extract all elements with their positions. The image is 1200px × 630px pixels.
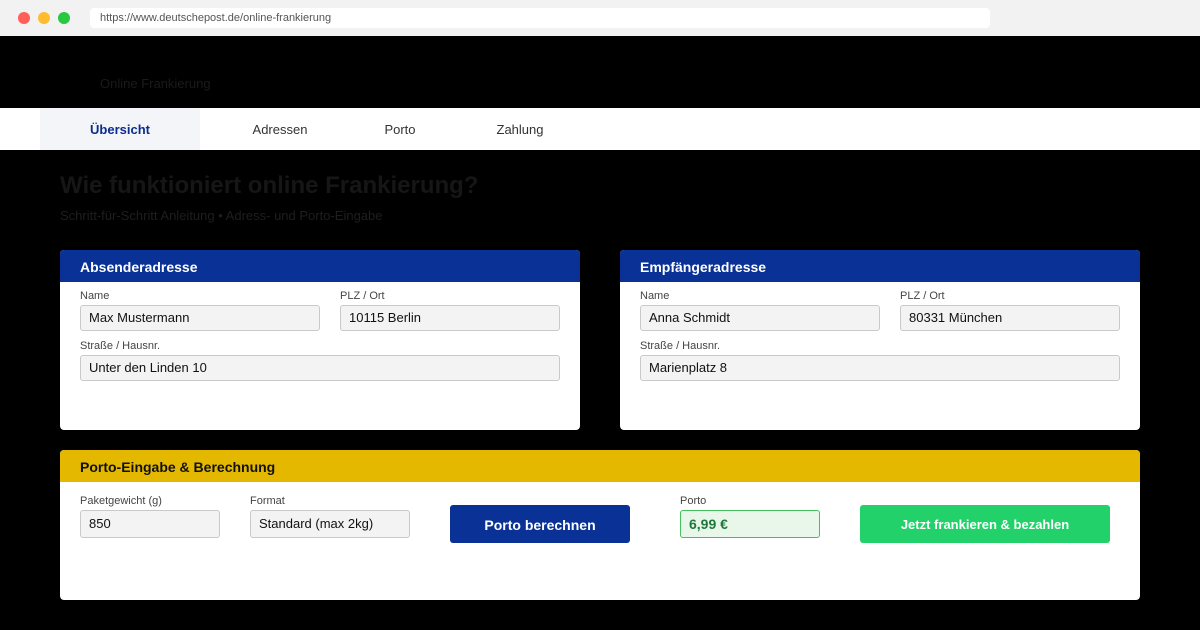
sender-name-field[interactable]: Max Mustermann xyxy=(80,305,320,331)
sender-address-card: Absenderadresse Name Max Mustermann PLZ … xyxy=(60,250,580,430)
sender-plz-label: PLZ / Ort xyxy=(340,290,385,302)
recipient-card-title: Empfängeradresse xyxy=(620,250,1140,282)
sender-card-title: Absenderadresse xyxy=(60,250,580,282)
address-bar[interactable]: https://www.deutschepost.de/online-frank… xyxy=(90,8,990,28)
maximize-window-icon[interactable] xyxy=(58,12,70,24)
site-header-title: Online Frankierung xyxy=(100,76,211,91)
weight-input[interactable]: 850 xyxy=(80,510,220,538)
recipient-plz-field[interactable]: 80331 München xyxy=(900,305,1120,331)
browser-toolbar: https://www.deutschepost.de/online-frank… xyxy=(0,0,1200,36)
tab-bar: Übersicht Adressen Porto Zahlung xyxy=(0,108,1200,150)
weight-label: Paketgewicht (g) xyxy=(80,495,162,507)
porto-result-value: 6,99 € xyxy=(680,510,820,538)
tab-adressen[interactable]: Adressen xyxy=(220,108,340,150)
porto-card: Porto-Eingabe & Berechnung Paketgewicht … xyxy=(60,450,1140,600)
recipient-street-field[interactable]: Marienplatz 8 xyxy=(640,355,1120,381)
recipient-plz-label: PLZ / Ort xyxy=(900,290,945,302)
calculate-porto-button[interactable]: Porto berechnen xyxy=(450,505,630,543)
format-label: Format xyxy=(250,495,285,507)
recipient-name-field[interactable]: Anna Schmidt xyxy=(640,305,880,331)
page-title: Wie funktioniert online Frankierung? xyxy=(60,172,479,199)
tab-porto[interactable]: Porto xyxy=(340,108,460,150)
page-subtitle: Schritt-für-Schritt Anleitung • Adress- … xyxy=(60,208,383,223)
pay-and-frank-button[interactable]: Jetzt frankieren & bezahlen xyxy=(860,505,1110,543)
tab-uebersicht[interactable]: Übersicht xyxy=(40,108,200,150)
tab-zahlung[interactable]: Zahlung xyxy=(460,108,580,150)
sender-plz-field[interactable]: 10115 Berlin xyxy=(340,305,560,331)
porto-card-title: Porto-Eingabe & Berechnung xyxy=(60,450,1140,482)
minimize-window-icon[interactable] xyxy=(38,12,50,24)
sender-street-field[interactable]: Unter den Linden 10 xyxy=(80,355,560,381)
recipient-name-label: Name xyxy=(640,290,670,302)
close-window-icon[interactable] xyxy=(18,12,30,24)
sender-name-label: Name xyxy=(80,290,110,302)
porto-result-label: Porto xyxy=(680,495,707,507)
sender-street-label: Straße / Hausnr. xyxy=(80,340,161,352)
format-select[interactable]: Standard (max 2kg) xyxy=(250,510,410,538)
recipient-address-card: Empfängeradresse Name Anna Schmidt PLZ /… xyxy=(620,250,1140,430)
recipient-street-label: Straße / Hausnr. xyxy=(640,340,721,352)
